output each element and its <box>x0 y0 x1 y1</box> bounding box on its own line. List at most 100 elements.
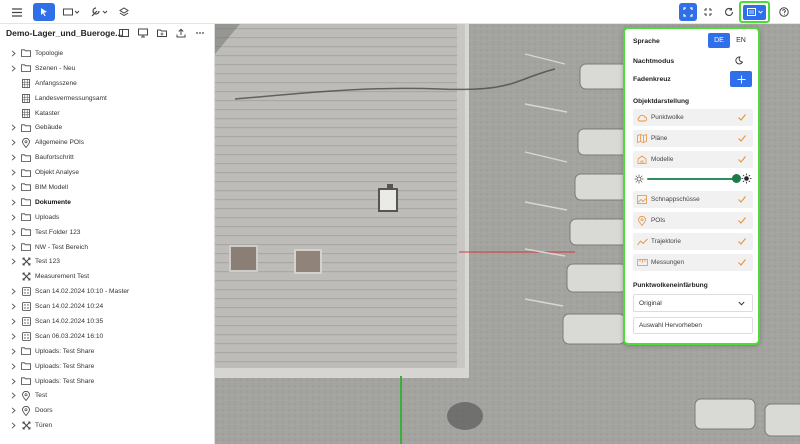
chevron-right-icon[interactable] <box>11 124 17 132</box>
layers-icon[interactable] <box>116 3 132 21</box>
chevron-right-icon[interactable] <box>11 64 17 72</box>
tree-item-label: Test 123 <box>35 258 60 266</box>
cloud-icon <box>637 114 647 121</box>
brightness-slider-track[interactable] <box>647 178 737 180</box>
chevron-right-icon[interactable] <box>11 362 17 370</box>
tree-item[interactable]: Measurement Test <box>0 269 215 284</box>
coloring-select[interactable]: Original <box>633 294 753 312</box>
tools-icon[interactable] <box>88 3 112 21</box>
chevron-right-icon[interactable] <box>11 317 17 325</box>
chevron-right-icon[interactable] <box>11 154 17 162</box>
menu-icon[interactable] <box>8 3 26 21</box>
rotate-icon[interactable] <box>721 3 737 21</box>
tree-item[interactable]: Topologie <box>0 46 215 61</box>
moon-icon[interactable] <box>734 56 743 65</box>
folder-icon <box>21 123 31 132</box>
tree-item[interactable]: Uploads: Test Share <box>0 374 215 389</box>
crosshair-toggle[interactable] <box>730 71 752 87</box>
tree-item[interactable]: BIM Modell <box>0 180 215 195</box>
object-row-schnappschuesse[interactable]: Schnappschüsse <box>633 191 753 208</box>
brightness-slider-handle[interactable] <box>732 174 741 183</box>
pointer-icon[interactable] <box>33 3 55 21</box>
tree-item[interactable]: NW - Test Bereich <box>0 240 215 255</box>
folder-icon <box>21 213 31 222</box>
upload-icon[interactable] <box>176 28 186 38</box>
brightness-high-icon <box>741 173 752 184</box>
tree-item-label: Objekt Analyse <box>35 169 79 177</box>
tree-item[interactable]: Kataster <box>0 106 215 121</box>
folder-icon <box>21 377 31 386</box>
tree-item[interactable]: Scan 14.02.2024 10:24 <box>0 299 215 314</box>
scan-icon <box>21 302 31 311</box>
chevron-right-icon[interactable] <box>11 139 17 147</box>
tree-item[interactable]: Uploads <box>0 210 215 225</box>
check-icon <box>738 238 746 245</box>
more-icon[interactable] <box>195 28 205 38</box>
highlight-selection-button[interactable]: Auswahl Hervorheben <box>633 317 753 334</box>
tree-item[interactable]: Dokumente <box>0 195 215 210</box>
check-icon <box>738 135 746 142</box>
tree-item[interactable]: Landesvermessungsamt <box>0 91 215 106</box>
folder-icon <box>21 228 31 237</box>
chevron-right-icon[interactable] <box>11 198 17 206</box>
check-icon <box>738 114 746 121</box>
folder-icon <box>21 49 31 58</box>
chevron-right-icon[interactable] <box>11 288 17 296</box>
object-row-pois[interactable]: POIs <box>633 212 753 229</box>
object-row-messungen[interactable]: Messungen <box>633 254 753 271</box>
chevron-right-icon[interactable] <box>11 332 17 340</box>
chevron-right-icon[interactable] <box>11 243 17 251</box>
tree-item[interactable]: Gebäude <box>0 120 215 135</box>
check-icon <box>738 196 746 203</box>
expand-icon[interactable] <box>700 3 716 21</box>
tree-item[interactable]: Test 123 <box>0 254 215 269</box>
chevron-right-icon[interactable] <box>11 228 17 236</box>
tree-item[interactable]: Anfangsszene <box>0 76 215 91</box>
measure-icon <box>21 257 31 266</box>
chevron-right-icon[interactable] <box>11 377 17 385</box>
coloring-value: Original <box>639 299 662 307</box>
chevron-right-icon[interactable] <box>11 258 17 266</box>
ruler-icon <box>636 259 648 266</box>
tree-item[interactable]: Scan 14.02.2024 10:10 - Master <box>0 284 215 299</box>
brightness-low-icon <box>634 174 644 184</box>
tree-item[interactable]: Test Folder 123 <box>0 225 215 240</box>
layout-icon[interactable] <box>119 28 129 38</box>
map-icon <box>637 134 647 143</box>
lang-en-button[interactable]: EN <box>730 33 752 48</box>
tree-item[interactable]: Doors <box>0 403 215 418</box>
chevron-right-icon[interactable] <box>11 183 17 191</box>
tree-item[interactable]: Scan 14.02.2024 10:35 <box>0 314 215 329</box>
object-row-trajektorie[interactable]: Trajektorie <box>633 233 753 250</box>
tree-item[interactable]: Allgemeine POIs <box>0 135 215 150</box>
chevron-right-icon[interactable] <box>11 303 17 311</box>
help-icon[interactable] <box>776 3 792 21</box>
chevron-right-icon[interactable] <box>11 392 17 400</box>
tree-item[interactable]: Scan 06.03.2024 16:10 <box>0 329 215 344</box>
folder-add-icon[interactable] <box>157 28 167 38</box>
chevron-right-icon[interactable] <box>11 213 17 221</box>
chevron-right-icon[interactable] <box>11 407 17 415</box>
folder-icon <box>21 64 31 73</box>
monitor-icon[interactable] <box>138 28 148 38</box>
tree-item[interactable]: Test <box>0 388 215 403</box>
object-row-punktwolke[interactable]: Punktwolke <box>633 109 753 126</box>
tree-item[interactable]: Uploads: Test Share <box>0 359 215 374</box>
tree-item[interactable]: Szenen - Neu <box>0 61 215 76</box>
object-row-modelle[interactable]: Modelle <box>633 151 753 168</box>
settings-panel-button[interactable] <box>739 1 770 23</box>
fit-view-icon[interactable] <box>679 3 697 21</box>
tree-item[interactable]: Objekt Analyse <box>0 165 215 180</box>
object-row-plaene[interactable]: Pläne <box>633 130 753 147</box>
tree-item[interactable]: Uploads: Test Share <box>0 344 215 359</box>
tree-item[interactable]: Türen <box>0 418 215 433</box>
chevron-right-icon[interactable] <box>11 49 17 57</box>
tree-item-label: Türen <box>35 422 53 430</box>
shape-select-icon[interactable] <box>60 3 84 21</box>
folder-icon <box>21 198 31 207</box>
tree-item[interactable]: Baufortschritt <box>0 150 215 165</box>
chevron-right-icon[interactable] <box>11 347 17 355</box>
lang-de-button[interactable]: DE <box>708 33 730 48</box>
chevron-right-icon[interactable] <box>11 422 17 430</box>
chevron-right-icon[interactable] <box>11 169 17 177</box>
